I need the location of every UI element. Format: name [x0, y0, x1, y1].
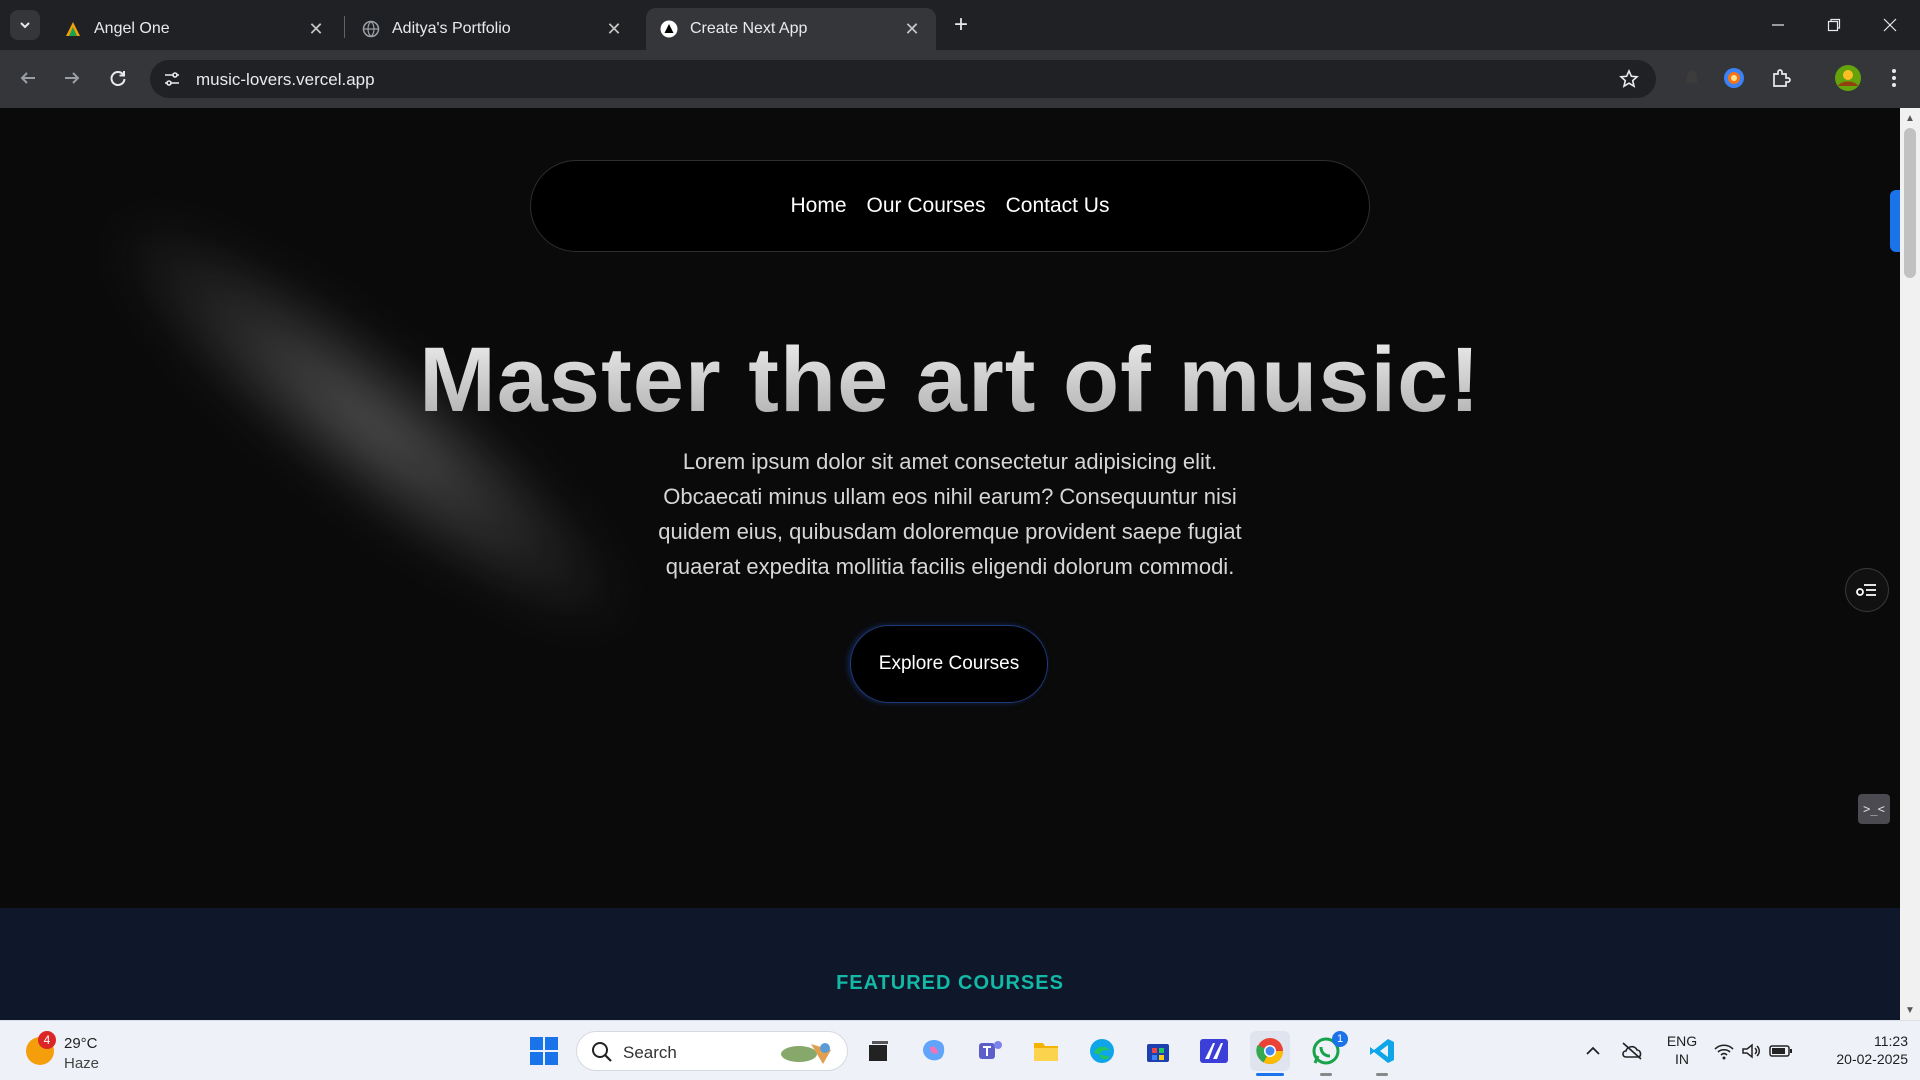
chrome-active-indicator	[1256, 1073, 1284, 1076]
nav-contact-link[interactable]: Contact Us	[1006, 194, 1110, 218]
nav-courses-link[interactable]: Our Courses	[867, 194, 986, 218]
tab-search-button[interactable]	[10, 10, 40, 40]
search-highlight-icon	[781, 1043, 831, 1064]
new-tab-button[interactable]: +	[946, 10, 976, 40]
address-bar[interactable]: music-lovers.vercel.app	[150, 60, 1656, 98]
forward-button[interactable]	[58, 64, 86, 92]
restore-icon	[1827, 18, 1841, 32]
tab-separator	[344, 16, 345, 38]
language-line2: IN	[1675, 1051, 1689, 1067]
page-viewport: Home Our Courses Contact Us Master the a…	[0, 108, 1900, 1020]
arrow-right-icon	[65, 72, 80, 84]
reload-button[interactable]	[104, 64, 132, 92]
nextjs-favicon-icon	[660, 20, 678, 38]
app-icon[interactable]	[1194, 1031, 1234, 1071]
whatsapp-icon[interactable]: 1	[1306, 1031, 1348, 1071]
vscode-running-indicator	[1376, 1073, 1388, 1076]
tab-title: Aditya's Portfolio	[392, 20, 511, 37]
explore-courses-button[interactable]: Explore Courses	[850, 625, 1048, 703]
whatsapp-running-indicator	[1320, 1073, 1332, 1076]
hero-title: Master the art of music!	[0, 328, 1900, 433]
close-icon[interactable]: ✕	[902, 19, 922, 39]
tab-create-next-app[interactable]: Create Next App ✕	[646, 8, 936, 50]
vscode-icon[interactable]	[1362, 1031, 1402, 1071]
cloud-off-icon[interactable]	[1612, 1031, 1652, 1071]
chevron-up-icon[interactable]	[1573, 1031, 1613, 1071]
globe-icon	[362, 20, 380, 38]
arrow-left-icon	[20, 72, 35, 84]
tab-adityas-portfolio[interactable]: Aditya's Portfolio ✕	[348, 8, 638, 50]
url-text: music-lovers.vercel.app	[196, 70, 375, 89]
tab-title: Create Next App	[690, 20, 808, 37]
scroll-down-arrow-icon[interactable]: ▼	[1900, 1000, 1920, 1020]
tab-title: Angel One	[94, 20, 170, 37]
clock[interactable]: 11:23 20-02-2025	[1812, 1033, 1908, 1067]
clock-date: 20-02-2025	[1836, 1051, 1908, 1067]
toggle-list-icon	[1856, 584, 1876, 596]
close-icon[interactable]: ✕	[604, 19, 624, 39]
side-panel-tab[interactable]	[1890, 190, 1900, 252]
edge-icon[interactable]	[1082, 1031, 1122, 1071]
file-explorer-icon[interactable]	[1026, 1031, 1066, 1071]
profile-avatar[interactable]	[1832, 62, 1864, 94]
language-indicator[interactable]: ENG IN	[1660, 1033, 1704, 1067]
back-button[interactable]	[14, 64, 42, 92]
featured-heading: FEATURED COURSES	[836, 972, 1064, 994]
system-tray-status[interactable]	[1708, 1031, 1798, 1071]
clock-time: 11:23	[1874, 1033, 1908, 1049]
search-icon	[592, 1042, 612, 1062]
minimize-button[interactable]	[1750, 0, 1806, 50]
minimize-icon	[1772, 24, 1784, 26]
start-button[interactable]	[524, 1031, 564, 1071]
close-icon	[1883, 18, 1897, 32]
chrome-icon[interactable]	[1250, 1031, 1290, 1071]
task-view-icon[interactable]	[858, 1031, 898, 1071]
windows-logo-icon	[530, 1037, 558, 1065]
reload-icon	[110, 71, 126, 86]
nav-home-link[interactable]: Home	[791, 194, 847, 218]
wifi-icon	[1714, 1044, 1734, 1060]
language-line1: ENG	[1666, 1033, 1698, 1049]
angel-one-favicon-icon	[64, 20, 82, 38]
battery-icon	[1769, 1045, 1792, 1057]
volume-icon	[1742, 1043, 1760, 1059]
store-icon[interactable]	[1138, 1031, 1178, 1071]
hero-description: Lorem ipsum dolor sit amet consectetur a…	[658, 449, 1242, 579]
taskbar-search[interactable]: Search	[576, 1031, 848, 1071]
bookmark-star-icon[interactable]	[1616, 66, 1642, 92]
side-widget-button[interactable]: >_<	[1858, 794, 1890, 824]
whatsapp-badge: 1	[1332, 1031, 1348, 1047]
browser-tab-bar: Angel One ✕ Aditya's Portfolio ✕ Create …	[0, 0, 1920, 50]
site-nav: Home Our Courses Contact Us	[530, 160, 1370, 252]
copilot-icon[interactable]	[914, 1031, 954, 1071]
chevron-down-icon	[20, 22, 30, 29]
extension-colorful-icon[interactable]	[1718, 62, 1750, 94]
search-label: Search	[623, 1043, 677, 1062]
extensions-puzzle-icon[interactable]	[1765, 62, 1797, 94]
site-info-icon[interactable]	[160, 67, 184, 91]
extension-ghost-icon[interactable]	[1676, 62, 1708, 94]
menu-kebab-icon[interactable]	[1878, 62, 1910, 94]
close-window-button[interactable]	[1862, 0, 1918, 50]
weather-temperature: 29°C	[64, 1035, 98, 1052]
scroll-thumb[interactable]	[1904, 128, 1916, 278]
featured-section	[0, 908, 1900, 1020]
scroll-up-arrow-icon[interactable]: ▲	[1900, 108, 1920, 128]
tab-angel-one[interactable]: Angel One ✕	[50, 8, 340, 50]
teams-icon[interactable]	[970, 1031, 1010, 1071]
weather-condition: Haze	[64, 1055, 100, 1072]
close-icon[interactable]: ✕	[306, 19, 326, 39]
restore-button[interactable]	[1806, 0, 1862, 50]
weather-widget[interactable]: 4 29°C Haze	[20, 1029, 140, 1073]
taskbar: 4 29°C Haze Search 1 ENG IN 11:23 20-02-…	[0, 1020, 1920, 1080]
floating-toggle-button[interactable]	[1845, 568, 1889, 612]
weather-badge: 4	[38, 1031, 56, 1049]
page-scrollbar[interactable]: ▲ ▼	[1900, 108, 1920, 1020]
